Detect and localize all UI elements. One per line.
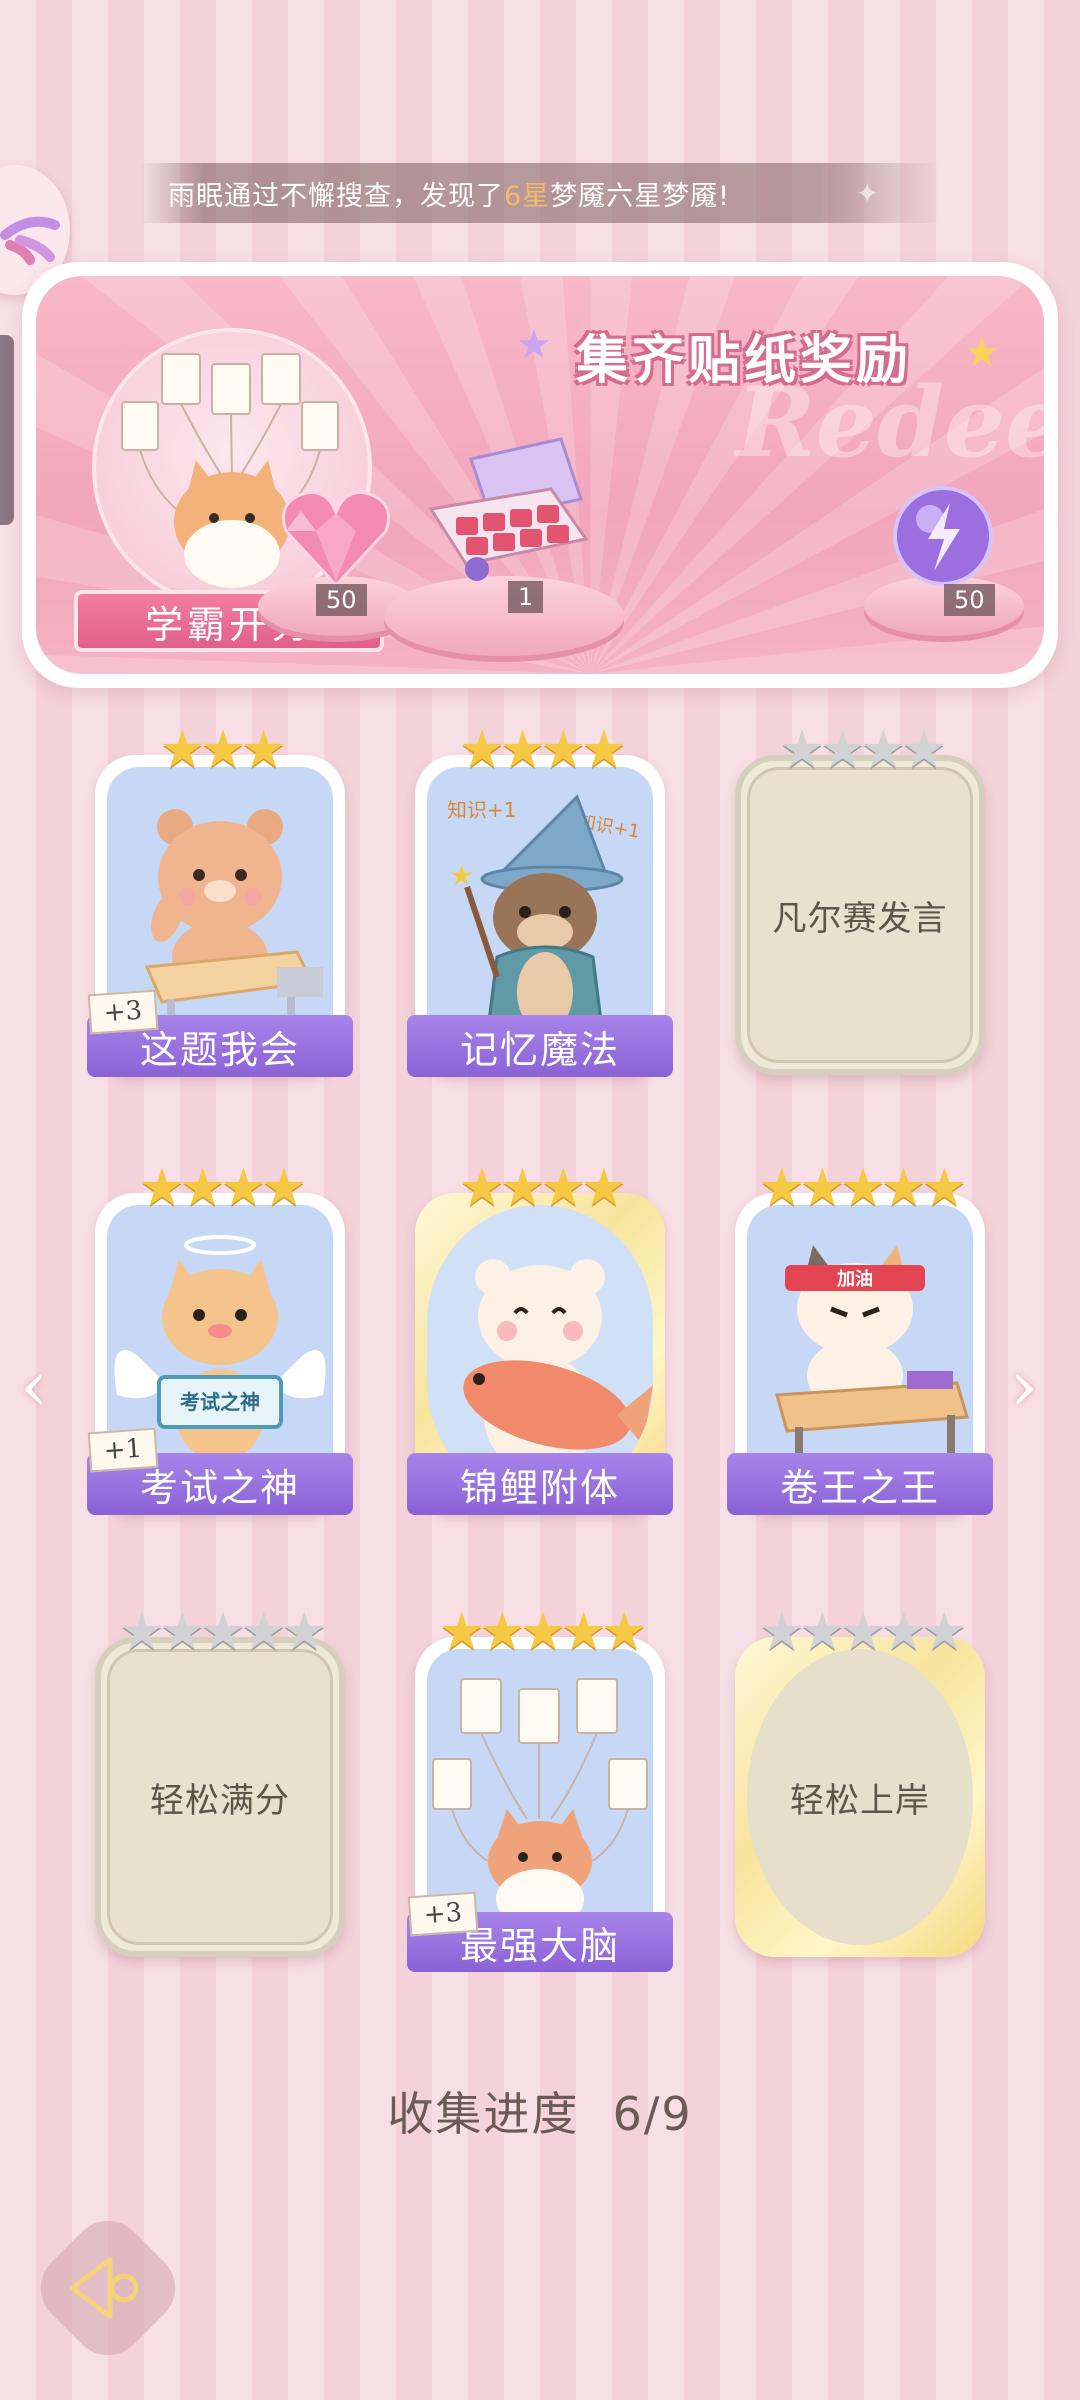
prev-page-arrow[interactable]: ‹ <box>20 1345 48 1427</box>
progress-label: 收集进度 <box>387 2087 580 2141</box>
progress-value: 6/9 <box>612 2087 693 2141</box>
discovery-notice: 雨眠通过不懈搜查，发现了 6星 梦魇六星梦魇! ✦ <box>140 163 940 223</box>
sticker-card[interactable]: 考试之神 ★★★★ +1 考试之神 <box>87 1158 353 1515</box>
energy-orb-icon[interactable] <box>878 476 1008 596</box>
card-label: 记忆魔法 <box>407 1015 673 1077</box>
svg-text:★: ★ <box>449 859 474 892</box>
side-drawer-handle[interactable] <box>0 335 14 525</box>
duplicate-count-badge: +3 <box>407 1891 479 1937</box>
notice-highlight: 6星 <box>504 180 551 212</box>
pinwheel-icon <box>0 216 60 265</box>
next-page-arrow[interactable]: › <box>1010 1345 1038 1427</box>
card-label: 轻松上岸 <box>790 1780 930 1821</box>
sticker-card-locked[interactable]: ★★★★★ 轻松上岸 <box>735 1602 985 1957</box>
collection-progress: 收集进度 6/9 <box>0 2078 1080 2144</box>
art-text: 考试之神 <box>180 1390 260 1414</box>
gift-box-icon[interactable] <box>406 424 606 594</box>
back-arrow-icon <box>69 2257 139 2319</box>
card-label: 卷王之王 <box>727 1453 993 1515</box>
art-text: 知识+1 <box>447 798 516 822</box>
star-rating: ★★★★★ <box>438 1602 647 1662</box>
sticker-card[interactable]: 加油 ★★★★★ 卷王之王 <box>727 1158 993 1515</box>
reward-count: 1 <box>508 581 544 613</box>
star-rating: ★★★★ <box>458 720 627 780</box>
duplicate-count-badge: +3 <box>87 989 159 1035</box>
sticker-card-locked[interactable]: ★★★★ 凡尔赛发言 <box>735 720 985 1075</box>
collection-reward-banner[interactable]: Redeem ★ ★ 集齐贴纸奖励 <box>22 262 1058 688</box>
sticker-card[interactable]: 知识+1 知识+1 ★ ★★★★ 记忆魔法 <box>407 720 673 1077</box>
notice-suffix: 梦魇六星梦魇! <box>550 180 731 212</box>
card-label: 凡尔赛发言 <box>772 898 948 939</box>
notice-prefix: 雨眠通过不懈搜查，发现了 <box>168 180 504 212</box>
sparkle-icon: ✦ <box>855 177 880 210</box>
reward-count: 50 <box>316 584 367 616</box>
sticker-card-locked[interactable]: ★★★★★ 轻松满分 <box>95 1602 345 1957</box>
star-rating: ★★★★★ <box>758 1158 967 1218</box>
reward-count: 50 <box>944 584 995 616</box>
heart-gem-icon[interactable] <box>266 476 406 596</box>
star-rating: ★★★ <box>159 720 287 780</box>
card-label: 轻松满分 <box>150 1780 290 1821</box>
star-icon: ★ <box>964 330 1000 376</box>
sticker-card[interactable]: ★★★★ 锦鲤附体 <box>407 1158 673 1515</box>
banner-title: 集齐贴纸奖励 <box>576 330 913 391</box>
sticker-card[interactable]: ★★★★★ +3 最强大脑 <box>407 1602 673 1972</box>
duplicate-count-badge: +1 <box>87 1427 159 1473</box>
star-icon: ★ <box>516 322 552 368</box>
sticker-card[interactable]: ★★★ +3 这题我会 <box>87 720 353 1077</box>
card-label: 锦鲤附体 <box>407 1453 673 1515</box>
star-rating: ★★★★ <box>458 1158 627 1218</box>
art-text: 加油 <box>836 1268 873 1290</box>
star-rating: ★★★★ <box>138 1158 307 1218</box>
